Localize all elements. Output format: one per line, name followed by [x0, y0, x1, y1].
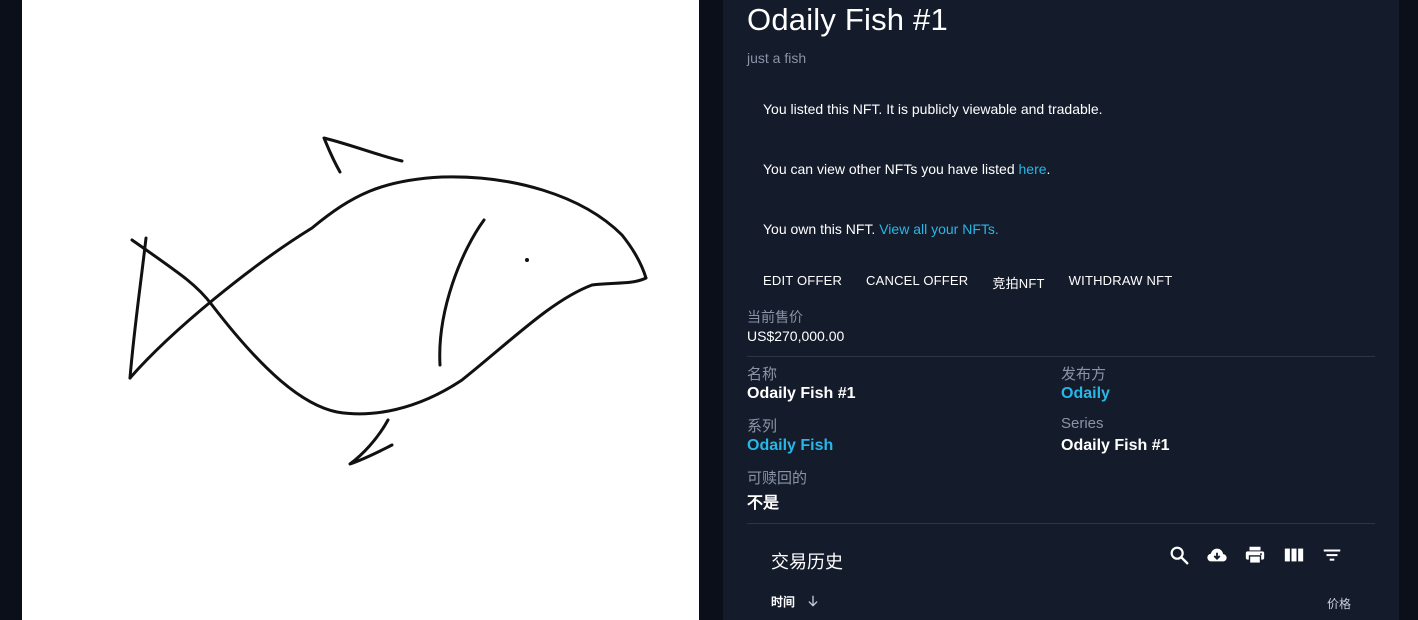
time-column-label: 时间 [771, 595, 796, 609]
listed-notice: You listed this NFT. It is publicly view… [763, 101, 1103, 117]
fish-drawing [128, 136, 648, 466]
filter-icon[interactable] [1321, 544, 1343, 566]
current-price-value: US$270,000.00 [747, 328, 845, 344]
nft-image [22, 0, 699, 620]
view-all-nfts-link[interactable]: View all your NFTs. [879, 221, 999, 237]
ownership-text: You own this NFT. [763, 221, 880, 237]
action-bar: EDIT OFFER CANCEL OFFER 竞拍NFT WITHDRAW N… [763, 273, 1172, 292]
view-listed-notice: You can view other NFTs you have listed … [763, 161, 1050, 177]
listed-notice-text: You listed this NFT. It is publicly view… [763, 101, 1103, 117]
auction-nft-button[interactable]: 竞拍NFT [992, 273, 1044, 292]
divider [747, 523, 1375, 524]
price-column-header[interactable]: 价格 [1327, 595, 1351, 612]
view-listed-link[interactable]: here [1019, 161, 1047, 177]
withdraw-nft-button[interactable]: WITHDRAW NFT [1069, 273, 1173, 292]
view-column-icon[interactable] [1283, 544, 1305, 566]
cancel-offer-button[interactable]: CANCEL OFFER [866, 273, 968, 292]
time-column-header[interactable]: 时间 [771, 593, 820, 611]
view-listed-suffix: . [1046, 161, 1051, 177]
transaction-history-title: 交易历史 [771, 552, 843, 572]
divider [747, 356, 1375, 357]
print-icon[interactable] [1244, 544, 1266, 566]
issuer-label: 发布方 [1061, 366, 1107, 383]
series-value: Odaily Fish #1 [1061, 437, 1170, 454]
cloud-download-icon[interactable] [1205, 544, 1229, 566]
view-listed-text: You can view other NFTs you have listed [763, 161, 1019, 177]
name-value: Odaily Fish #1 [747, 385, 856, 402]
nft-details-panel: Odaily Fish #1 just a fish You listed th… [723, 0, 1399, 620]
search-icon[interactable] [1168, 544, 1190, 566]
page-title: Odaily Fish #1 [747, 2, 948, 37]
redeemable-label: 可赎回的 [747, 470, 808, 487]
sort-arrow-down-icon[interactable] [806, 594, 820, 611]
redeemable-value: 不是 [747, 495, 780, 512]
issuer-link[interactable]: Odaily [1061, 385, 1110, 403]
edit-offer-button[interactable]: EDIT OFFER [763, 273, 842, 292]
collection-link[interactable]: Odaily Fish [747, 437, 833, 455]
current-price-label: 当前售价 [747, 309, 803, 325]
nft-description: just a fish [747, 50, 807, 66]
collection-label: 系列 [747, 418, 778, 435]
name-label: 名称 [747, 366, 778, 383]
series-label: Series [1061, 415, 1104, 432]
ownership-notice: You own this NFT. View all your NFTs. [763, 221, 999, 237]
